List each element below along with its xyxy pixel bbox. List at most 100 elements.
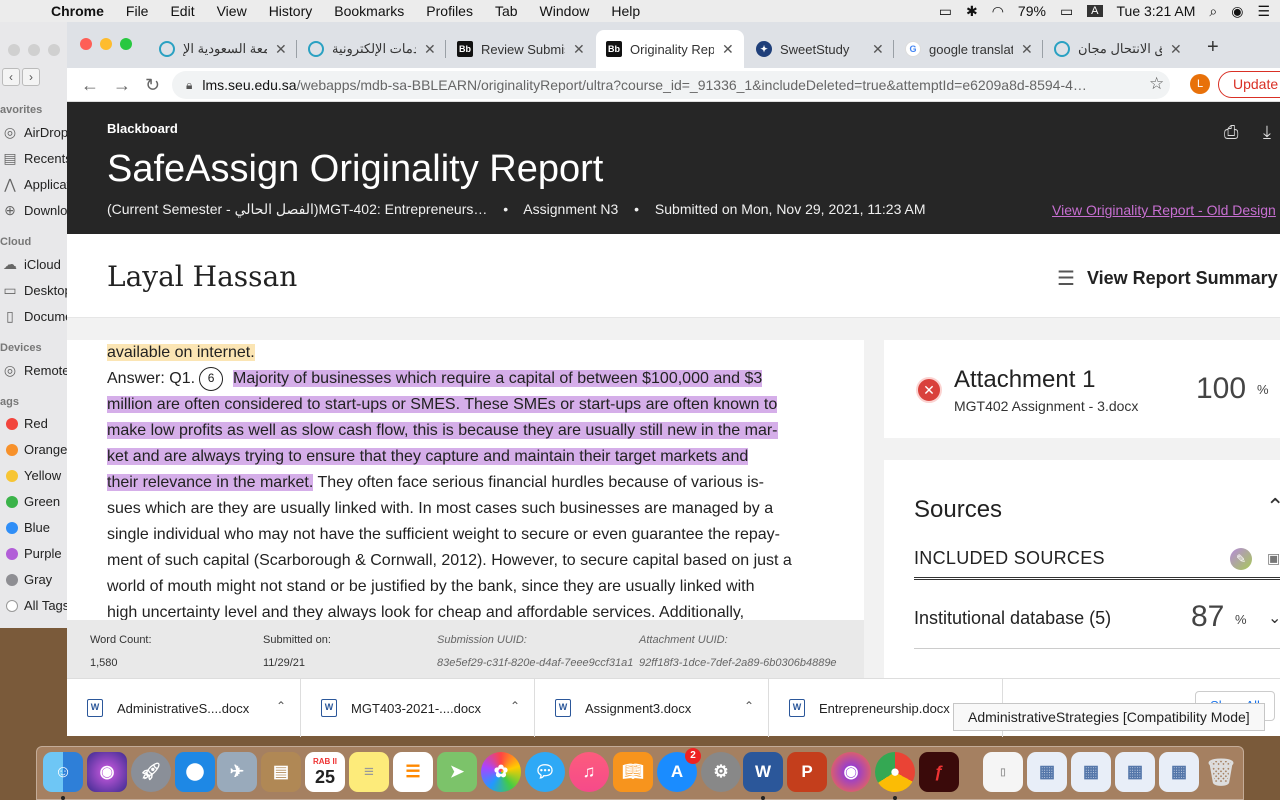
download-item[interactable]: W AdministrativeS....docx ⌃ xyxy=(67,679,301,737)
download-icon[interactable]: ⤓ xyxy=(1263,122,1271,143)
bookmark-star-icon[interactable]: ☆ xyxy=(1149,74,1164,94)
tab-review-submission[interactable]: Bb Review Submis ✕ xyxy=(447,30,595,68)
zoom-window-button[interactable] xyxy=(120,38,132,50)
firefox-icon[interactable]: ◉ xyxy=(831,752,871,792)
reload-icon[interactable]: ↻ xyxy=(145,75,160,96)
tab-originality-report[interactable]: Bb Originality Rep ✕ xyxy=(596,30,744,68)
menu-bookmarks[interactable]: Bookmarks xyxy=(323,3,415,19)
finder-tag-yellow[interactable]: Yellow xyxy=(2,468,61,483)
document-icon[interactable]: ▯ xyxy=(983,752,1023,792)
finder-tag-gray[interactable]: Gray xyxy=(2,572,52,587)
spotlight-icon[interactable]: ⌕ xyxy=(1209,3,1217,20)
chevron-down-icon[interactable]: ⌄ xyxy=(1268,608,1280,628)
preview-icon[interactable]: ✈ xyxy=(217,752,257,792)
menu-view[interactable]: View xyxy=(206,3,258,19)
print-icon[interactable]: ⎙ xyxy=(1224,122,1238,143)
chrome-icon[interactable]: ● xyxy=(875,752,915,792)
battery-percent[interactable]: 79% xyxy=(1018,3,1046,19)
tab-seu-services[interactable]: الخدمات الإلكترونية - ✕ xyxy=(298,30,446,68)
tab-plagiarism-checker[interactable]: مدقق الانتحال مجان ✕ xyxy=(1044,30,1192,68)
battery-icon[interactable]: ▭ xyxy=(1060,3,1073,20)
finder-item-airdrop[interactable]: ◎ AirDrop xyxy=(2,124,68,140)
window-thumbnail[interactable]: ▦ xyxy=(1027,752,1067,792)
view-report-summary-button[interactable]: ☰ View Report Summary xyxy=(1057,266,1278,291)
source-filter-icon[interactable]: ✎ xyxy=(1230,548,1252,570)
menu-app-chrome[interactable]: Chrome xyxy=(40,3,115,19)
menu-help[interactable]: Help xyxy=(600,3,651,19)
match-number-badge[interactable]: 6 xyxy=(199,366,224,391)
finder-tag-orange[interactable]: Orange xyxy=(2,442,67,457)
excluded-sources-icon[interactable]: ▣ xyxy=(1267,550,1280,567)
matched-text[interactable]: their relevance in the market. xyxy=(107,474,314,491)
window-thumbnail[interactable]: ▦ xyxy=(1115,752,1155,792)
finder-tag-green[interactable]: Green xyxy=(2,494,60,509)
tab-sweetstudy[interactable]: ✦ SweetStudy ✕ xyxy=(746,30,894,68)
close-icon[interactable]: ✕ xyxy=(573,41,585,58)
trash-icon[interactable]: 🗑︎ xyxy=(1201,752,1241,792)
safari-icon[interactable]: ✦ xyxy=(175,752,215,792)
profile-avatar[interactable]: L xyxy=(1190,74,1210,94)
update-button[interactable]: Update xyxy=(1218,71,1280,98)
messages-icon[interactable]: 💬︎ xyxy=(525,752,565,792)
forward-icon[interactable]: › xyxy=(22,68,40,86)
matched-text[interactable]: million are often considered to start-up… xyxy=(107,396,778,413)
finder-tag-all[interactable]: All Tags xyxy=(2,598,69,613)
back-icon[interactable]: ‹ xyxy=(2,68,20,86)
finder-icon[interactable]: ☺ xyxy=(43,752,83,792)
system-preferences-icon[interactable]: ⚙ xyxy=(701,752,741,792)
download-item[interactable]: W Assignment3.docx ⌃ xyxy=(535,679,769,737)
finder-tag-purple[interactable]: Purple xyxy=(2,546,62,561)
document-viewer[interactable]: available on internet. Answer: Q1. 6 Major… xyxy=(67,340,864,620)
finder-tag-red[interactable]: Red xyxy=(2,416,48,431)
download-item[interactable]: W MGT403-2021-....docx ⌃ xyxy=(301,679,535,737)
close-icon[interactable]: ✕ xyxy=(722,41,734,58)
app-store-icon[interactable]: A2 xyxy=(657,748,701,792)
books-icon[interactable]: 📖︎ xyxy=(613,752,653,792)
flash-player-icon[interactable]: ƒ xyxy=(919,752,959,792)
finder-tag-blue[interactable]: Blue xyxy=(2,520,50,535)
chevron-up-icon[interactable]: ⌃ xyxy=(510,699,520,713)
chevron-up-icon[interactable]: ⌃ xyxy=(276,699,286,713)
finder-item-recents[interactable]: ▤ Recents xyxy=(2,150,71,166)
close-icon[interactable]: ✕ xyxy=(1170,41,1182,58)
matched-text-yellow[interactable]: available on internet. xyxy=(107,344,255,361)
back-arrow-icon[interactable]: ← xyxy=(81,75,99,96)
finder-item-desktop[interactable]: ▭ Desktop xyxy=(2,282,71,298)
institutional-database-label[interactable]: Institutional database (5) xyxy=(914,608,1111,629)
menu-tab[interactable]: Tab xyxy=(484,3,529,19)
chevron-up-icon[interactable]: ⌃ xyxy=(744,699,754,713)
music-icon[interactable]: ♫ xyxy=(569,752,609,792)
control-center-icon[interactable]: ☰ xyxy=(1257,3,1270,20)
close-icon[interactable]: ✕ xyxy=(275,41,287,58)
tab-seu-home[interactable]: الجامعة السعودية الإ ✕ xyxy=(149,30,297,68)
address-bar[interactable]: 🔒︎ lms.seu.edu.sa/webapps/mdb-sa-BBLEARN… xyxy=(172,71,1170,99)
finder-item-icloud[interactable]: ☁ iCloud xyxy=(2,256,61,272)
siri-icon[interactable]: ◉ xyxy=(1231,3,1243,20)
contacts-icon[interactable]: ▤ xyxy=(261,752,301,792)
menu-history[interactable]: History xyxy=(258,3,324,19)
word-icon[interactable]: W xyxy=(743,752,783,792)
forward-arrow-icon[interactable]: → xyxy=(113,75,131,96)
matched-text[interactable]: Majority of businesses which require a c… xyxy=(233,370,763,387)
minimize-window-button[interactable] xyxy=(100,38,112,50)
window-thumbnail[interactable]: ▦ xyxy=(1159,752,1199,792)
new-tab-button[interactable]: + xyxy=(1207,36,1219,59)
photos-icon[interactable]: ✿ xyxy=(481,752,521,792)
matched-text[interactable]: make low profits as well as slow cash fl… xyxy=(107,422,778,439)
close-icon[interactable]: ✕ xyxy=(424,41,436,58)
airplay-icon[interactable]: ▭ xyxy=(939,3,952,20)
maps-icon[interactable]: ➤ xyxy=(437,752,477,792)
close-icon[interactable]: ✕ xyxy=(1021,41,1033,58)
siri-icon[interactable]: ◉ xyxy=(87,752,127,792)
chevron-up-icon[interactable]: ⌃ xyxy=(1266,494,1280,520)
calendar-icon[interactable]: RAB II 25 xyxy=(305,752,345,792)
finder-item-remote[interactable]: ◎ Remote xyxy=(2,362,70,378)
window-thumbnail[interactable]: ▦ xyxy=(1071,752,1111,792)
menu-edit[interactable]: Edit xyxy=(159,3,205,19)
wifi-icon[interactable]: ◠ xyxy=(992,3,1004,20)
launchpad-icon[interactable]: 🚀︎ xyxy=(131,752,171,792)
reminders-icon[interactable]: ☰ xyxy=(393,752,433,792)
old-design-link[interactable]: View Originality Report - Old Design xyxy=(1052,202,1276,218)
menu-profiles[interactable]: Profiles xyxy=(415,3,484,19)
clock[interactable]: Tue 3:21 AM xyxy=(1117,3,1196,19)
